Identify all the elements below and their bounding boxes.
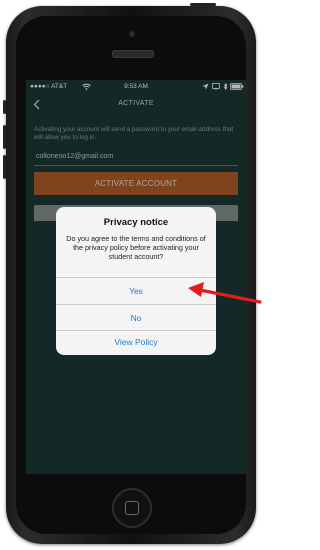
home-button[interactable] [112,488,152,528]
dialog-message: Do you agree to the terms and conditions… [66,234,206,261]
volume-up-button [3,125,6,149]
mute-switch [3,100,6,114]
view-policy-button[interactable]: View Policy [56,330,216,355]
dialog-title: Privacy notice [103,217,169,228]
sleep-button [190,3,216,6]
earpiece-speaker [112,50,154,58]
app-screen: ●●●●○ AT&T 9:53 AM ACTIVATE Activating y… [26,80,246,474]
volume-down-button [3,155,6,179]
front-camera [128,30,136,38]
home-square-icon [125,501,139,515]
annotation-arrow-icon [188,282,262,304]
